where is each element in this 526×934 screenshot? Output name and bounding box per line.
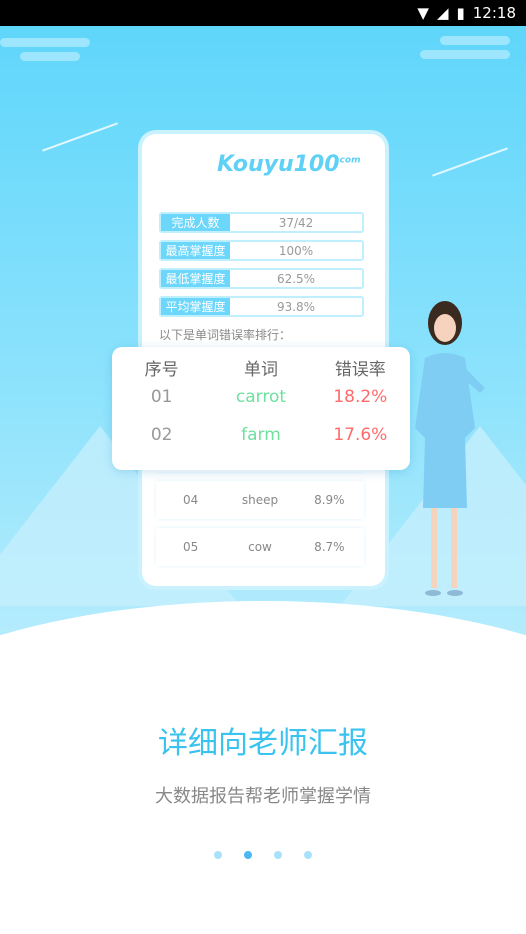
page-dot[interactable] [274,851,282,859]
stat-row: 最高掌握度 100% [159,240,364,261]
page-dot[interactable] [214,851,222,859]
teacher-avatar [415,301,485,596]
table-header: 序号 单词 错误率 [144,360,386,380]
table-row: 02 farm 17.6% [150,425,388,445]
table-row: 01 carrot 18.2% [150,387,388,407]
stat-row: 最低掌握度 62.5% [159,268,364,289]
signal-icon: ◢ [436,4,449,22]
stat-row: 完成人数 37/42 [159,212,364,233]
page-subtitle: 大数据报告帮老师掌握学情 [155,786,371,807]
page-dot[interactable] [304,851,312,859]
clock: 12:18 [472,4,516,22]
top-errors-card: 序号 单词 错误率 01 carrot 18.2% 02 farm 17.6% [112,347,410,470]
table-row: 04 sheep 8.9% [156,481,364,519]
stat-row: 平均掌握度 93.8% [159,296,364,317]
battery-icon: ▮ [456,4,465,22]
page-title: 详细向老师汇报 [158,726,368,761]
wifi-icon: ▼ [417,4,429,22]
ranking-note: 以下是单词错误率排行： [159,328,292,342]
status-bar: ▼ ◢ ▮ 12:18 [0,0,526,26]
table-row: 05 cow 8.7% [156,528,364,566]
page-dot[interactable] [244,851,252,859]
kouyu100-logo: Kouyu100com [217,152,361,177]
page-indicator[interactable] [0,851,526,859]
